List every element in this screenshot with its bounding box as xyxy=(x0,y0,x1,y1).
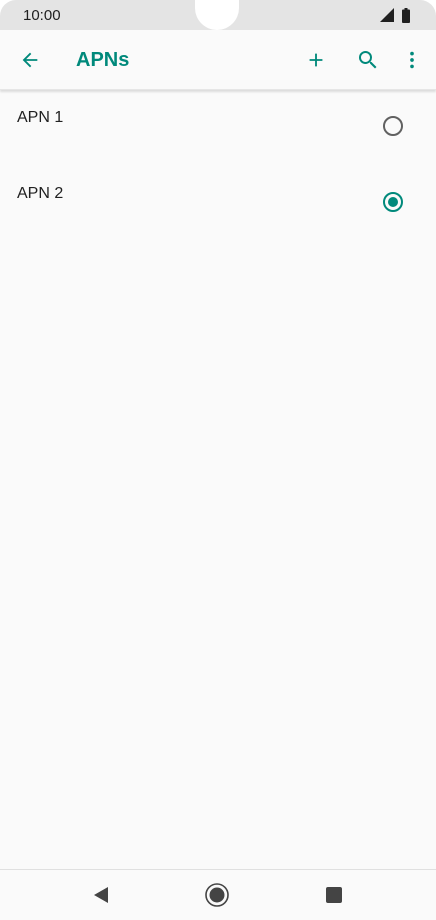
more-options-button[interactable] xyxy=(396,44,428,76)
screen-corner xyxy=(420,0,436,16)
status-time: 10:00 xyxy=(23,7,61,24)
signal-icon xyxy=(380,8,394,22)
list-item-apn-2[interactable]: APN 2 xyxy=(0,167,436,243)
status-icons xyxy=(380,7,410,23)
nav-home-button[interactable] xyxy=(202,880,232,910)
apn-list: APN 1 APN 2 xyxy=(0,91,436,243)
camera-notch xyxy=(195,0,239,30)
add-icon xyxy=(309,53,323,67)
app-bar: APNs xyxy=(0,30,436,90)
back-button[interactable] xyxy=(14,44,46,76)
back-arrow-icon xyxy=(22,52,38,68)
apn-settings-screen: 10:00 APNs APN 1 APN 2 xyxy=(0,0,436,920)
radio-unselected-icon[interactable] xyxy=(382,115,404,137)
nav-recents-button[interactable] xyxy=(319,880,349,910)
apn-label: APN 1 xyxy=(17,109,64,126)
nav-home-icon xyxy=(205,883,229,907)
nav-recents-icon xyxy=(326,887,342,903)
apn-label: APN 2 xyxy=(17,185,64,202)
list-item-apn-1[interactable]: APN 1 xyxy=(0,91,436,167)
system-nav-bar xyxy=(0,869,436,920)
search-button[interactable] xyxy=(352,44,384,76)
nav-back-icon xyxy=(94,887,108,903)
radio-selected-icon[interactable] xyxy=(382,191,404,213)
nav-back-button[interactable] xyxy=(86,880,116,910)
status-bar: 10:00 xyxy=(0,0,436,30)
battery-icon xyxy=(402,7,410,23)
page-title: APNs xyxy=(76,49,130,71)
screen-corner xyxy=(0,0,16,16)
more-vert-icon xyxy=(410,51,414,69)
search-icon xyxy=(359,51,377,69)
add-apn-button[interactable] xyxy=(300,44,332,76)
